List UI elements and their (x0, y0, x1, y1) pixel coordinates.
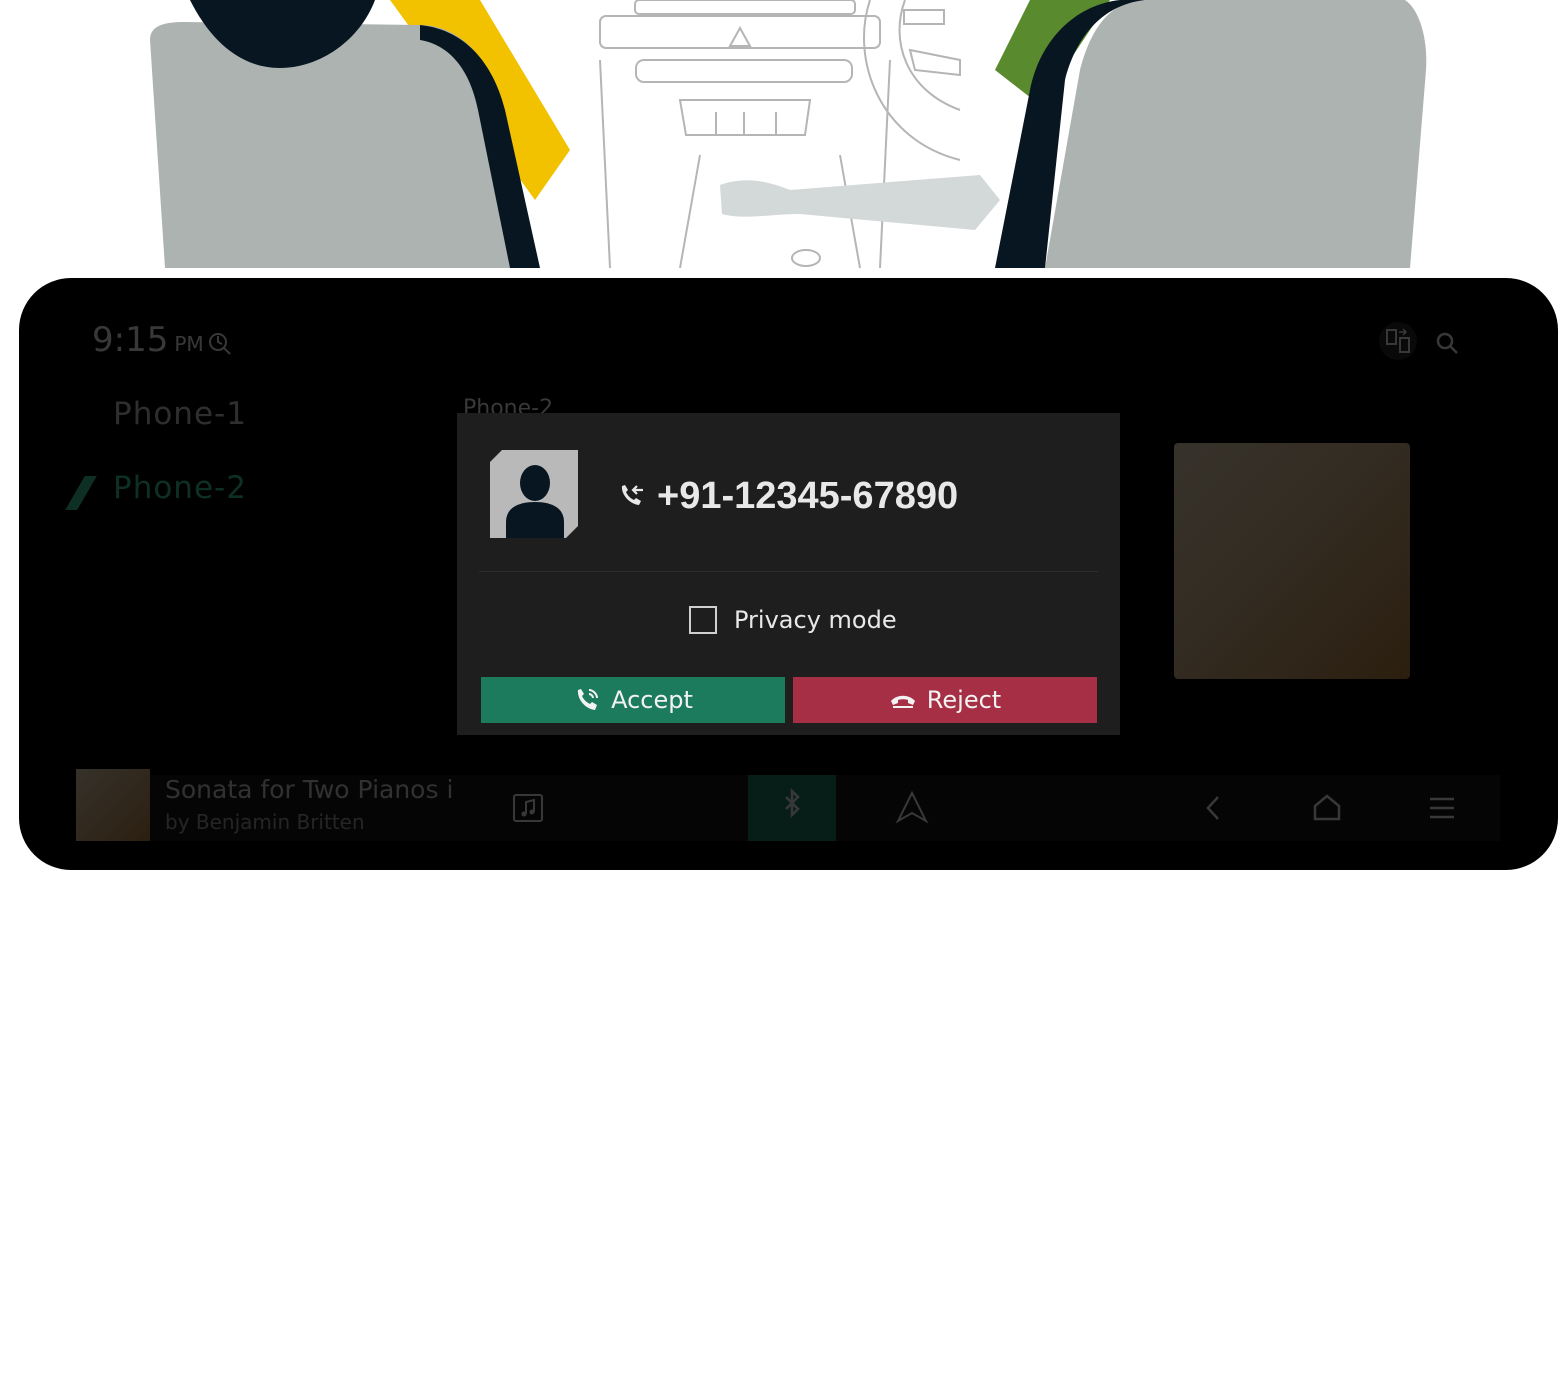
infotainment-screen: 9:15 PM Phone-1 Phone-2 Phone-2 Sonata f… (19, 278, 1558, 870)
notification-icon (209, 333, 231, 355)
phone-switch-button[interactable] (1379, 322, 1417, 360)
privacy-mode-label[interactable]: Privacy mode (734, 606, 897, 634)
caller-row: +91-12345-67890 (615, 472, 958, 520)
reject-button[interactable]: Reject (793, 677, 1097, 723)
dialog-divider (479, 571, 1098, 572)
status-clock: 9:15 PM (92, 320, 204, 360)
now-playing-title[interactable]: Sonata for Two Pianos in (165, 775, 455, 804)
back-icon[interactable] (1198, 791, 1228, 825)
phone-item-1[interactable]: Phone-1 (113, 396, 247, 432)
android-auto-icon[interactable] (894, 789, 930, 825)
now-playing-artist: by Benjamin Britten (165, 810, 365, 834)
bottom-bar: Sonata for Two Pianos in by Benjamin Bri… (76, 769, 1500, 841)
now-playing-art[interactable] (76, 769, 150, 841)
active-phone-indicator (65, 476, 97, 510)
reject-call-icon (890, 695, 915, 708)
bluetooth-music-button[interactable] (748, 775, 836, 841)
accept-label: Accept (611, 686, 693, 714)
phone-list: Phone-1 Phone-2 (113, 396, 247, 544)
privacy-mode-row[interactable]: Privacy mode (689, 606, 897, 634)
incoming-call-dialog: +91-12345-67890 Privacy mode Accept Reje… (457, 413, 1120, 735)
music-icon[interactable] (511, 790, 545, 824)
reject-label: Reject (926, 686, 1002, 714)
clock-time: 9:15 (92, 320, 169, 360)
bluetooth-music-icon (785, 787, 800, 819)
call-incoming-icon (621, 485, 643, 505)
car-interior-illustration (150, 0, 1427, 269)
search-icon[interactable] (1434, 330, 1460, 356)
contact-avatar-icon (490, 450, 578, 538)
phone-item-2[interactable]: Phone-2 (113, 470, 247, 506)
caller-number: +91-12345-67890 (657, 474, 959, 517)
accept-call-icon (578, 689, 599, 710)
clock-ampm: PM (174, 332, 204, 356)
menu-icon[interactable] (1426, 791, 1458, 825)
album-art (1174, 443, 1410, 679)
phone-switch-icon (1386, 328, 1410, 353)
privacy-mode-checkbox[interactable] (689, 606, 717, 634)
home-icon[interactable] (1309, 791, 1345, 825)
accept-button[interactable]: Accept (481, 677, 785, 723)
